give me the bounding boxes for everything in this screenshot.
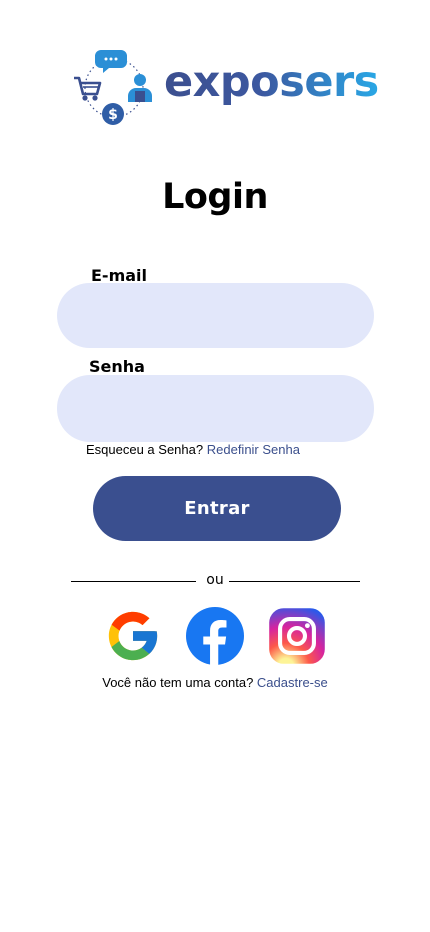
reset-password-link[interactable]: Redefinir Senha	[207, 442, 300, 457]
instagram-icon[interactable]	[268, 607, 326, 665]
page-title: Login	[162, 177, 268, 217]
signup-link[interactable]: Cadastre-se	[257, 675, 328, 690]
brand-name: exposers	[164, 54, 379, 110]
svg-text:$: $	[108, 107, 118, 123]
signup-row: Você não tem uma conta? Cadastre-se	[0, 675, 430, 690]
forgot-password-row: Esqueceu a Senha? Redefinir Senha	[86, 442, 300, 457]
login-button[interactable]: Entrar	[93, 476, 341, 541]
divider-text: ou	[206, 572, 224, 588]
email-input[interactable]	[57, 283, 374, 348]
signup-prompt: Você não tem uma conta?	[102, 675, 254, 690]
logo-mark-icon: $	[74, 50, 152, 125]
password-input[interactable]	[57, 375, 374, 442]
google-icon[interactable]	[104, 607, 162, 665]
password-label: Senha	[89, 357, 145, 376]
forgot-password-text: Esqueceu a Senha?	[86, 442, 204, 457]
facebook-icon[interactable]	[186, 607, 244, 665]
divider-line-right	[229, 581, 360, 582]
brand-logo: $ exposers	[72, 46, 379, 128]
